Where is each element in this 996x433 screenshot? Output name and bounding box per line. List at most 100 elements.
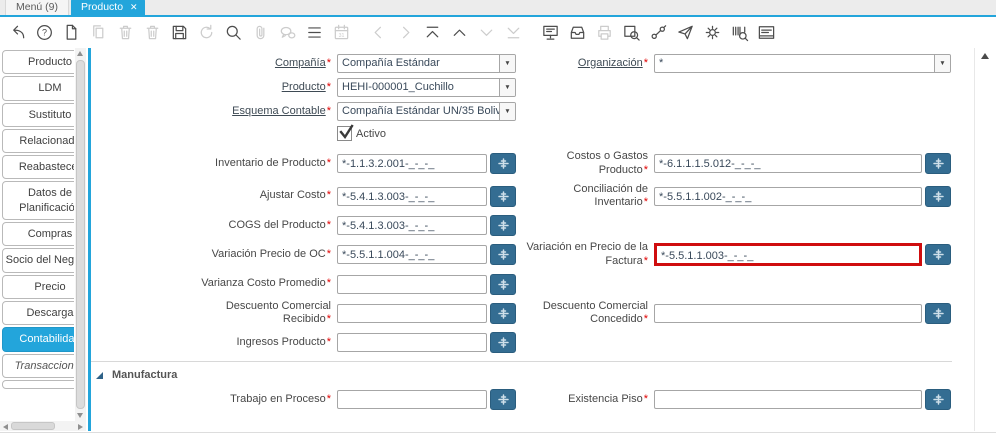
delete-selection-icon[interactable] (143, 23, 162, 42)
chevron-down-icon[interactable]: ▼ (499, 103, 515, 120)
ingresos-producto-input[interactable] (337, 333, 487, 352)
sidebar-tab-descarga[interactable]: Descarga (2, 300, 74, 326)
account-combination-button[interactable] (490, 153, 516, 175)
cogs-producto-input[interactable]: *-5.4.1.3.003-_-_-_ (337, 216, 487, 235)
sidebar-tab-ldm[interactable]: LDM (2, 76, 74, 101)
send-mail-icon[interactable] (676, 23, 695, 42)
archive-icon[interactable] (568, 23, 587, 42)
manufactura-group-header[interactable]: Manufactura (91, 362, 952, 389)
sidebar-tab-socio-negocio[interactable]: Socio del Negocio (2, 248, 74, 273)
descuento-comercial-recibido-input[interactable] (337, 303, 487, 323)
help-icon[interactable]: ? (35, 23, 54, 42)
trabajo-en-proceso-label: Trabajo en Proceso* (230, 392, 331, 405)
account-combination-button[interactable] (490, 302, 516, 324)
esquema-contable-label[interactable]: Esquema Contable* (91, 105, 331, 119)
scrollbar-thumb[interactable] (76, 60, 85, 409)
close-tab-icon[interactable]: ✕ (130, 2, 138, 12)
sidebar-tab-transacciones[interactable]: Transacciones (2, 353, 74, 378)
chevron-down-icon[interactable]: ▼ (499, 55, 515, 72)
chevron-down-icon[interactable]: ▼ (934, 55, 950, 72)
find-icon[interactable] (224, 23, 243, 42)
tab-producto[interactable]: Producto ✕ (71, 0, 145, 15)
sidebar-horizontal-scrollbar[interactable] (0, 421, 86, 431)
trabajo-en-proceso-input[interactable] (337, 390, 487, 409)
zoom-across-icon[interactable] (622, 23, 641, 42)
last-record-icon[interactable] (504, 23, 523, 42)
previous-record-icon[interactable] (450, 23, 469, 42)
varianza-costo-promedio-input[interactable] (337, 274, 487, 294)
account-combination-button[interactable] (490, 332, 516, 353)
sidebar-tab-partial[interactable] (2, 379, 74, 389)
descuento-comercial-concedido-input[interactable] (654, 303, 922, 323)
producto-select[interactable]: HEHI-000001_Cuchillo ▼ (337, 78, 516, 97)
undo-icon[interactable] (8, 23, 27, 42)
organizacion-label[interactable]: Organización* (522, 57, 648, 71)
form-panel-icon[interactable] (757, 23, 776, 42)
sidebar: Producto LDM Sustituto Relacionado Reaba… (0, 48, 88, 431)
account-combination-button[interactable] (925, 185, 951, 207)
scrollbar-thumb[interactable] (11, 422, 55, 430)
next-record-icon[interactable] (477, 23, 496, 42)
chat-icon[interactable] (278, 23, 297, 42)
scroll-right-icon[interactable] (78, 423, 83, 430)
existencia-piso-input[interactable] (654, 390, 922, 409)
producto-label[interactable]: Producto* (91, 81, 331, 95)
content-scrollbar[interactable] (974, 48, 996, 431)
delete-record-icon[interactable] (116, 23, 135, 42)
account-combination-button[interactable] (925, 302, 951, 324)
grid-toggle-icon[interactable] (305, 23, 324, 42)
workflow-icon[interactable] (649, 23, 668, 42)
sidebar-tab-contabilidad[interactable]: Contabilidad (2, 327, 74, 352)
svg-text:31: 31 (339, 33, 345, 39)
tab-producto-label: Producto (81, 1, 124, 13)
tab-menu[interactable]: Menú (9) (5, 0, 70, 15)
refresh-icon[interactable] (197, 23, 216, 42)
preferences-icon[interactable] (703, 23, 722, 42)
sidebar-tab-sustituto[interactable]: Sustituto (2, 102, 74, 127)
account-combination-button[interactable] (490, 215, 516, 236)
compania-label[interactable]: Compañía* (91, 57, 331, 71)
scroll-down-icon[interactable] (77, 413, 83, 418)
new-record-icon[interactable] (62, 23, 81, 42)
costos-gastos-producto-input[interactable]: *-6.1.1.1.5.012-_-_-_ (654, 154, 922, 174)
scroll-up-icon[interactable] (77, 51, 83, 56)
copy-record-icon[interactable] (89, 23, 108, 42)
sidebar-tab-datos-planificacion[interactable]: Datos de Planificación (2, 181, 74, 221)
account-combination-button[interactable] (925, 153, 951, 175)
account-combination-button[interactable] (490, 185, 516, 207)
ajustar-costo-input[interactable]: *-5.4.1.3.003-_-_-_ (337, 186, 487, 206)
calendar-icon[interactable]: 31 (332, 23, 351, 42)
account-combination-button[interactable] (925, 389, 951, 410)
account-combination-button[interactable] (490, 244, 516, 266)
variacion-precio-oc-input[interactable]: *-5.5.1.1.004-_-_-_ (337, 245, 487, 265)
first-record-icon[interactable] (423, 23, 442, 42)
save-icon[interactable] (170, 23, 189, 42)
sidebar-tab-relacionado[interactable]: Relacionado (2, 128, 74, 154)
sidebar-tab-producto[interactable]: Producto (2, 50, 74, 75)
chevron-down-icon[interactable]: ▼ (499, 79, 515, 96)
costos-gastos-producto-field: *-6.1.1.1.5.012-_-_-_ (654, 153, 951, 175)
sidebar-tab-precio[interactable]: Precio (2, 274, 74, 299)
attachment-icon[interactable] (251, 23, 270, 42)
scroll-up-icon[interactable] (981, 53, 989, 59)
print-icon[interactable] (595, 23, 614, 42)
account-combination-button[interactable] (490, 273, 516, 295)
collapse-triangle-icon[interactable] (96, 371, 103, 379)
sidebar-vertical-scrollbar[interactable] (75, 48, 86, 421)
parent-record-icon[interactable] (369, 23, 388, 42)
variacion-precio-factura-input[interactable]: *-5.5.1.1.003-_-_-_ (654, 243, 922, 267)
inventario-producto-input[interactable]: *-1.1.3.2.001-_-_-_ (337, 154, 487, 174)
product-info-icon[interactable] (730, 23, 749, 42)
account-combination-button[interactable] (490, 389, 516, 410)
account-combination-button[interactable] (925, 244, 951, 266)
activo-checkbox[interactable] (337, 124, 354, 141)
organizacion-select[interactable]: * ▼ (654, 54, 951, 73)
scroll-left-icon[interactable] (3, 423, 8, 430)
compania-select[interactable]: Compañía Estándar ▼ (337, 54, 516, 73)
sidebar-tab-compras[interactable]: Compras (2, 222, 74, 247)
report-icon[interactable] (541, 23, 560, 42)
detail-record-icon[interactable] (396, 23, 415, 42)
sidebar-tab-reabastecer[interactable]: Reabastecer (2, 155, 74, 180)
conciliacion-inventario-input[interactable]: *-5.5.1.1.002-_-_-_ (654, 186, 922, 206)
esquema-contable-select[interactable]: Compañía Estándar UN/35 Bolivar ▼ (337, 102, 516, 121)
